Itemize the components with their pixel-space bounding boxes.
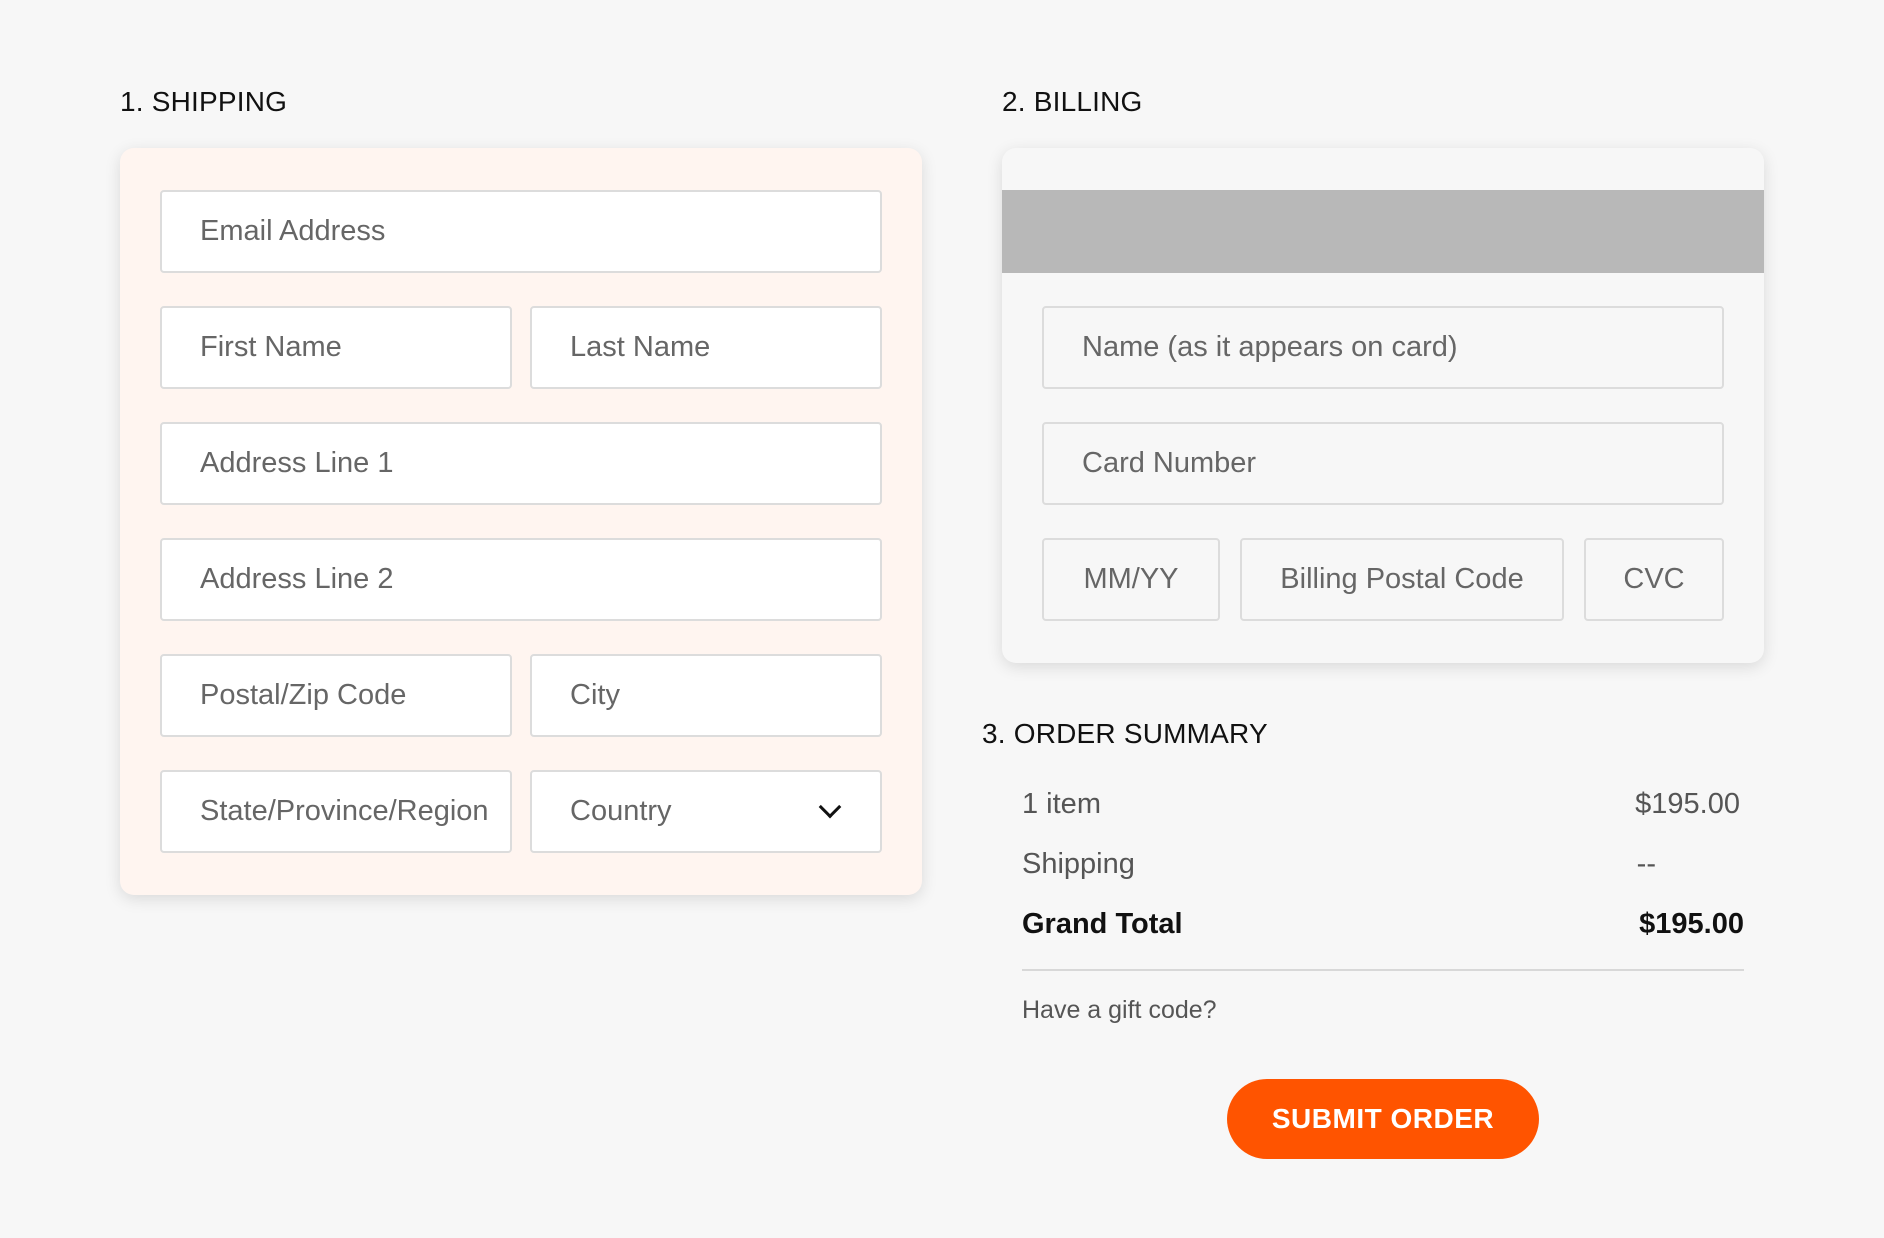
chevron-down-icon [818, 795, 842, 818]
card-number-field[interactable]: Card Number [1042, 422, 1724, 505]
summary-row-total: Grand Total $195.00 [1022, 908, 1744, 941]
billing-postal-code-field[interactable]: Billing Postal Code [1240, 538, 1564, 621]
email-field[interactable]: Email Address [160, 190, 882, 273]
first-name-placeholder: First Name [200, 331, 342, 363]
state-field[interactable]: State/Province/Region [160, 770, 512, 853]
shipping-card: Email Address First Name Last Name Addre… [120, 148, 922, 895]
first-name-field[interactable]: First Name [160, 306, 512, 389]
summary-divider [1022, 969, 1744, 971]
expiry-placeholder: MM/YY [1083, 563, 1179, 595]
cvc-placeholder: CVC [1623, 563, 1685, 595]
country-select[interactable]: Country [530, 770, 882, 853]
card-number-placeholder: Card Number [1082, 447, 1257, 479]
gift-code-link[interactable]: Have a gift code? [1022, 996, 1217, 1025]
city-field[interactable]: City [530, 654, 882, 737]
city-placeholder: City [570, 679, 620, 711]
country-placeholder: Country [570, 795, 672, 827]
address-line-2-placeholder: Address Line 2 [200, 563, 394, 595]
grand-total-label: Grand Total [1022, 908, 1183, 940]
cardholder-name-field[interactable]: Name (as it appears on card) [1042, 306, 1724, 389]
postal-code-field[interactable]: Postal/Zip Code [160, 654, 512, 737]
card-element-placeholder [1002, 190, 1764, 273]
shipping-value: -- [1636, 848, 1656, 880]
items-value: $195.00 [1635, 788, 1740, 820]
address-line-1-field[interactable]: Address Line 1 [160, 422, 882, 505]
grand-total-value: $195.00 [1639, 908, 1744, 940]
summary-row-shipping: Shipping -- [1022, 848, 1744, 881]
state-placeholder: State/Province/Region [200, 795, 489, 827]
email-placeholder: Email Address [200, 215, 386, 247]
summary-row-items: 1 item $195.00 [1022, 788, 1744, 821]
billing-postal-code-placeholder: Billing Postal Code [1280, 563, 1524, 595]
checkout-page: 1. SHIPPING Email Address First Name Las… [0, 0, 1884, 1238]
postal-code-placeholder: Postal/Zip Code [200, 679, 407, 711]
shipping-label: Shipping [1022, 848, 1135, 880]
billing-title: 2. BILLING [1002, 86, 1143, 117]
submit-order-button[interactable]: SUBMIT ORDER [1227, 1079, 1539, 1159]
items-label: 1 item [1022, 788, 1101, 820]
shipping-title: 1. SHIPPING [120, 86, 288, 117]
billing-card: Name (as it appears on card) Card Number… [1002, 148, 1764, 663]
address-line-2-field[interactable]: Address Line 2 [160, 538, 882, 621]
expiry-field[interactable]: MM/YY [1042, 538, 1220, 621]
last-name-field[interactable]: Last Name [530, 306, 882, 389]
last-name-placeholder: Last Name [570, 331, 711, 363]
order-summary-title: 3. ORDER SUMMARY [982, 718, 1268, 749]
address-line-1-placeholder: Address Line 1 [200, 447, 394, 479]
cardholder-name-placeholder: Name (as it appears on card) [1082, 331, 1458, 363]
cvc-field[interactable]: CVC [1584, 538, 1724, 621]
